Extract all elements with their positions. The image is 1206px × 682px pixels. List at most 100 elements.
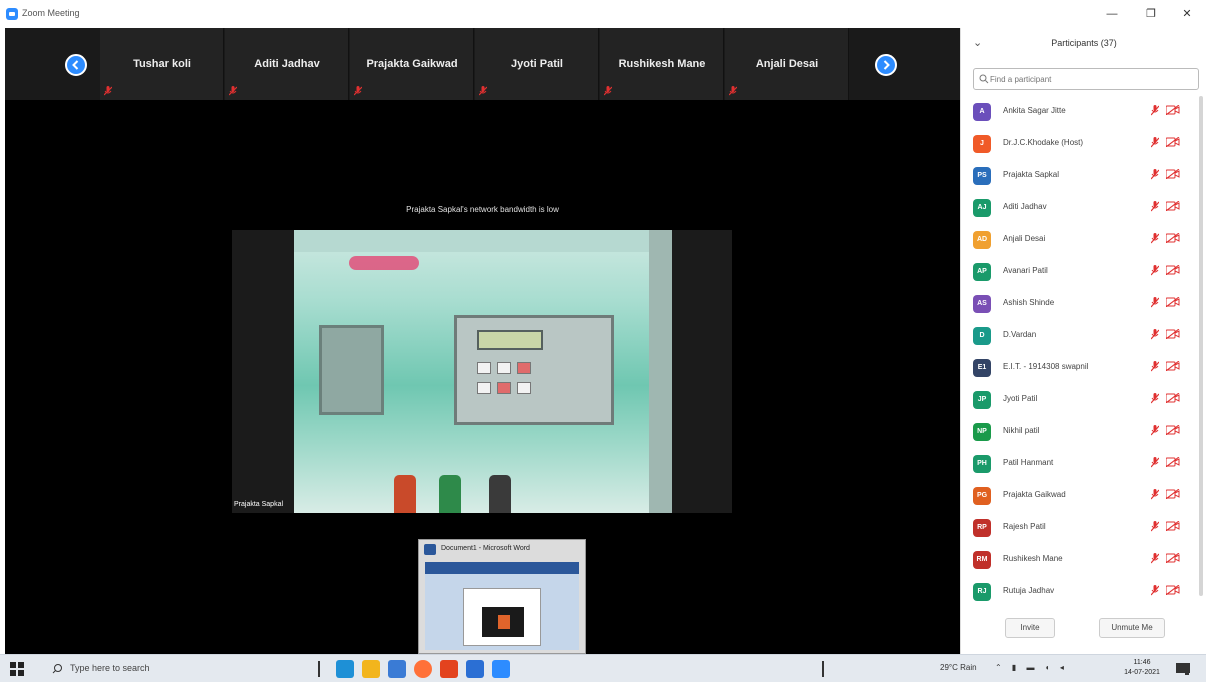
participant-row[interactable]: D D.Vardan: [961, 320, 1206, 350]
avatar: AJ: [973, 199, 991, 217]
video-off-icon[interactable]: [1166, 233, 1180, 243]
filmstrip-tile[interactable]: Anjali Desai: [725, 28, 849, 100]
invite-button[interactable]: Invite: [1005, 618, 1055, 638]
participant-filmstrip: Tushar koli Aditi Jadhav Prajakta Gaikwa…: [5, 28, 960, 100]
mic-muted-icon[interactable]: [1151, 489, 1159, 500]
office-icon[interactable]: [440, 660, 458, 678]
filmstrip-prev-button[interactable]: [65, 54, 87, 76]
mic-muted-icon[interactable]: [1151, 521, 1159, 532]
mic-muted-icon[interactable]: [1151, 361, 1159, 372]
video-off-icon[interactable]: [1166, 265, 1180, 275]
active-speaker-video[interactable]: Prajakta Sapkal: [232, 230, 732, 513]
video-off-icon[interactable]: [1166, 201, 1180, 211]
mic-muted-icon[interactable]: [1151, 169, 1159, 180]
participant-search-input[interactable]: [990, 71, 1190, 87]
video-off-icon[interactable]: [1166, 425, 1180, 435]
notification-icon[interactable]: [1176, 663, 1190, 675]
video-off-icon[interactable]: [1166, 105, 1180, 115]
mic-muted-icon[interactable]: [1151, 457, 1159, 468]
mic-muted-icon[interactable]: [1151, 329, 1159, 340]
mic-muted-icon[interactable]: [1151, 425, 1159, 436]
video-off-icon[interactable]: [1166, 521, 1180, 531]
avatar: J: [973, 135, 991, 153]
mic-muted-icon: [104, 86, 112, 96]
zoom-taskbar-icon[interactable]: [492, 660, 510, 678]
word-taskbar-icon[interactable]: [466, 660, 484, 678]
avatar: AP: [973, 263, 991, 281]
participant-row[interactable]: NP Nikhil patil: [961, 416, 1206, 446]
video-off-icon[interactable]: [1166, 297, 1180, 307]
participant-row[interactable]: E1 E.I.T. - 1914308 swapnil: [961, 352, 1206, 382]
participant-row[interactable]: JP Jyoti Patil: [961, 384, 1206, 414]
participant-search[interactable]: [973, 68, 1199, 90]
video-off-icon[interactable]: [1166, 457, 1180, 467]
participant-row[interactable]: PS Prajakta Sapkal: [961, 160, 1206, 190]
filmstrip-tile[interactable]: Jyoti Patil: [475, 28, 599, 100]
filmstrip-next-button[interactable]: [875, 54, 897, 76]
tile-name: Tushar koli: [133, 58, 191, 70]
participant-row[interactable]: RM Rushikesh Mane: [961, 544, 1206, 574]
firefox-icon[interactable]: [414, 660, 432, 678]
participant-list-scrollbar[interactable]: [1199, 96, 1203, 596]
participants-panel: ⌄ Participants (37) AAnkita Sagar JitteJ…: [960, 28, 1206, 654]
filmstrip-tile[interactable]: Aditi Jadhav: [225, 28, 349, 100]
filmstrip-tile[interactable]: Prajakta Gaikwad: [350, 28, 474, 100]
taskbar-search[interactable]: Type here to search: [40, 659, 300, 679]
participants-title: Participants (37): [1051, 38, 1117, 48]
mic-muted-icon[interactable]: [1151, 297, 1159, 308]
participant-row[interactable]: AD Anjali Desai: [961, 224, 1206, 254]
avatar: RJ: [973, 583, 991, 601]
filmstrip-tile[interactable]: Tushar koli: [100, 28, 224, 100]
participant-name: E.I.T. - 1914308 swapnil: [1003, 362, 1089, 371]
speaker-name-label: Prajakta Sapkal: [234, 501, 284, 508]
participant-row[interactable]: J Dr.J.C.Khodake (Host): [961, 128, 1206, 158]
participant-row[interactable]: AS Ashish Shinde: [961, 288, 1206, 318]
video-off-icon[interactable]: [1166, 361, 1180, 371]
tile-name: Prajakta Gaikwad: [366, 58, 458, 70]
control-panel: [454, 315, 614, 425]
participant-row[interactable]: PG Prajakta Gaikwad: [961, 480, 1206, 510]
video-off-icon[interactable]: [1166, 137, 1180, 147]
task-view-icon[interactable]: [336, 660, 354, 678]
clock-date: 14-07-2021: [1124, 669, 1160, 676]
video-off-icon[interactable]: [1166, 329, 1180, 339]
taskbar-clock[interactable]: 11:46 14-07-2021: [1122, 658, 1162, 678]
participant-row[interactable]: AJ Aditi Jadhav: [961, 192, 1206, 222]
participant-row[interactable]: RP Rajesh Patil: [961, 512, 1206, 542]
avatar: JP: [973, 391, 991, 409]
mic-muted-icon[interactable]: [1151, 233, 1159, 244]
minimize-button[interactable]: —: [1097, 5, 1127, 23]
participant-row[interactable]: PH Patil Hanmant: [961, 448, 1206, 478]
mic-muted-icon[interactable]: [1151, 137, 1159, 148]
close-button[interactable]: ✕: [1172, 5, 1202, 23]
video-off-icon[interactable]: [1166, 393, 1180, 403]
filmstrip-tile[interactable]: Rushikesh Mane: [600, 28, 724, 100]
mic-muted-icon[interactable]: [1151, 265, 1159, 276]
chevron-left-icon: [72, 60, 79, 70]
participant-name: Prajakta Sapkal: [1003, 170, 1060, 179]
participant-row[interactable]: AP Avanari Patil: [961, 256, 1206, 286]
participant-name: D.Vardan: [1003, 330, 1037, 339]
unmute-me-button[interactable]: Unmute Me: [1099, 618, 1165, 638]
restore-button[interactable]: ❐: [1136, 5, 1166, 23]
participant-row[interactable]: RJ Rutuja Jadhav: [961, 576, 1206, 606]
taskbar-preview-popup[interactable]: Document1 - Microsoft Word: [418, 539, 586, 654]
mic-muted-icon[interactable]: [1151, 393, 1159, 404]
system-tray-icons[interactable]: ⌃ ▮ ▬ ◖ ◂: [995, 663, 1068, 672]
video-off-icon[interactable]: [1166, 489, 1180, 499]
participant-name: Jyoti Patil: [1003, 394, 1038, 403]
mic-muted-icon[interactable]: [1151, 105, 1159, 116]
video-off-icon[interactable]: [1166, 169, 1180, 179]
video-off-icon[interactable]: [1166, 553, 1180, 563]
participant-row[interactable]: A Ankita Sagar Jitte: [961, 96, 1206, 126]
mic-muted-icon[interactable]: [1151, 201, 1159, 212]
video-off-icon[interactable]: [1166, 585, 1180, 595]
weather-widget[interactable]: 29°C Rain: [940, 663, 977, 672]
avatar: NP: [973, 423, 991, 441]
mic-muted-icon[interactable]: [1151, 585, 1159, 596]
windows-start-icon[interactable]: [10, 662, 24, 676]
mic-muted-icon[interactable]: [1151, 553, 1159, 564]
microsoft-store-icon[interactable]: [388, 660, 406, 678]
avatar: PH: [973, 455, 991, 473]
file-explorer-icon[interactable]: [362, 660, 380, 678]
